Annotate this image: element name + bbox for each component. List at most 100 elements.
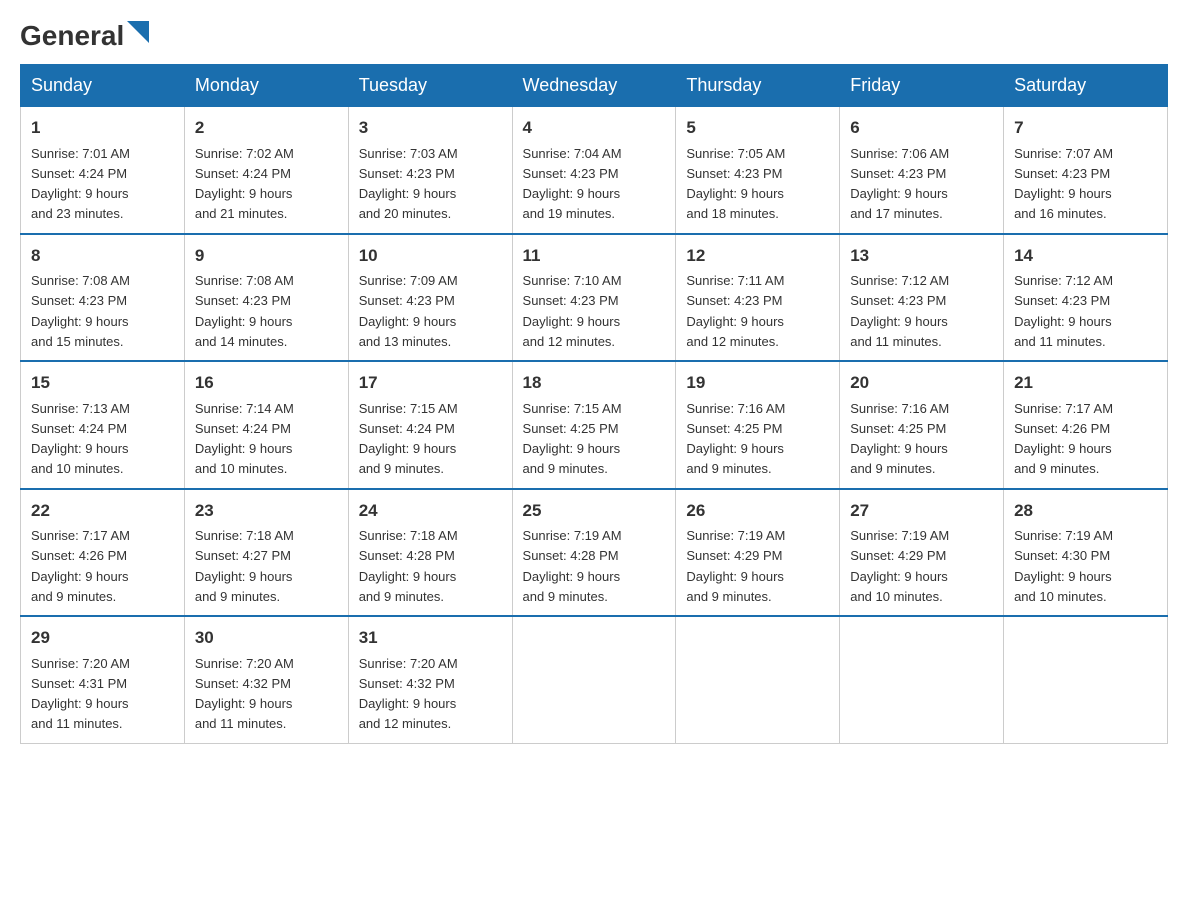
- weekday-header-monday: Monday: [184, 65, 348, 107]
- calendar-week-row: 15 Sunrise: 7:13 AM Sunset: 4:24 PM Dayl…: [21, 361, 1168, 489]
- day-number: 17: [359, 370, 502, 396]
- page-header: General: [20, 20, 1168, 44]
- day-number: 21: [1014, 370, 1157, 396]
- day-info: Sunrise: 7:12 AM Sunset: 4:23 PM Dayligh…: [850, 273, 949, 349]
- day-info: Sunrise: 7:12 AM Sunset: 4:23 PM Dayligh…: [1014, 273, 1113, 349]
- calendar-day-cell: 21 Sunrise: 7:17 AM Sunset: 4:26 PM Dayl…: [1004, 361, 1168, 489]
- day-number: 14: [1014, 243, 1157, 269]
- calendar-day-cell: [676, 616, 840, 743]
- day-number: 2: [195, 115, 338, 141]
- calendar-day-cell: 28 Sunrise: 7:19 AM Sunset: 4:30 PM Dayl…: [1004, 489, 1168, 617]
- calendar-day-cell: 16 Sunrise: 7:14 AM Sunset: 4:24 PM Dayl…: [184, 361, 348, 489]
- calendar-day-cell: 30 Sunrise: 7:20 AM Sunset: 4:32 PM Dayl…: [184, 616, 348, 743]
- calendar-day-cell: 20 Sunrise: 7:16 AM Sunset: 4:25 PM Dayl…: [840, 361, 1004, 489]
- day-number: 29: [31, 625, 174, 651]
- calendar-day-cell: 12 Sunrise: 7:11 AM Sunset: 4:23 PM Dayl…: [676, 234, 840, 362]
- day-number: 15: [31, 370, 174, 396]
- day-info: Sunrise: 7:16 AM Sunset: 4:25 PM Dayligh…: [850, 401, 949, 477]
- calendar-week-row: 22 Sunrise: 7:17 AM Sunset: 4:26 PM Dayl…: [21, 489, 1168, 617]
- day-number: 5: [686, 115, 829, 141]
- calendar-week-row: 1 Sunrise: 7:01 AM Sunset: 4:24 PM Dayli…: [21, 107, 1168, 234]
- day-number: 26: [686, 498, 829, 524]
- calendar-day-cell: 14 Sunrise: 7:12 AM Sunset: 4:23 PM Dayl…: [1004, 234, 1168, 362]
- calendar-day-cell: 9 Sunrise: 7:08 AM Sunset: 4:23 PM Dayli…: [184, 234, 348, 362]
- calendar-day-cell: 24 Sunrise: 7:18 AM Sunset: 4:28 PM Dayl…: [348, 489, 512, 617]
- calendar-week-row: 8 Sunrise: 7:08 AM Sunset: 4:23 PM Dayli…: [21, 234, 1168, 362]
- calendar-day-cell: [1004, 616, 1168, 743]
- calendar-day-cell: 11 Sunrise: 7:10 AM Sunset: 4:23 PM Dayl…: [512, 234, 676, 362]
- day-number: 10: [359, 243, 502, 269]
- calendar-day-cell: 19 Sunrise: 7:16 AM Sunset: 4:25 PM Dayl…: [676, 361, 840, 489]
- day-number: 31: [359, 625, 502, 651]
- day-number: 9: [195, 243, 338, 269]
- day-info: Sunrise: 7:02 AM Sunset: 4:24 PM Dayligh…: [195, 146, 294, 222]
- day-info: Sunrise: 7:17 AM Sunset: 4:26 PM Dayligh…: [1014, 401, 1113, 477]
- logo-text-general: General: [20, 20, 124, 52]
- calendar-day-cell: [512, 616, 676, 743]
- calendar-day-cell: 7 Sunrise: 7:07 AM Sunset: 4:23 PM Dayli…: [1004, 107, 1168, 234]
- logo-arrow-icon: [127, 21, 149, 43]
- calendar-day-cell: 4 Sunrise: 7:04 AM Sunset: 4:23 PM Dayli…: [512, 107, 676, 234]
- day-info: Sunrise: 7:20 AM Sunset: 4:31 PM Dayligh…: [31, 656, 130, 732]
- day-number: 24: [359, 498, 502, 524]
- calendar-day-cell: 1 Sunrise: 7:01 AM Sunset: 4:24 PM Dayli…: [21, 107, 185, 234]
- weekday-header-wednesday: Wednesday: [512, 65, 676, 107]
- day-number: 12: [686, 243, 829, 269]
- calendar-day-cell: 10 Sunrise: 7:09 AM Sunset: 4:23 PM Dayl…: [348, 234, 512, 362]
- calendar-day-cell: 25 Sunrise: 7:19 AM Sunset: 4:28 PM Dayl…: [512, 489, 676, 617]
- day-number: 8: [31, 243, 174, 269]
- calendar-day-cell: 5 Sunrise: 7:05 AM Sunset: 4:23 PM Dayli…: [676, 107, 840, 234]
- calendar-day-cell: 3 Sunrise: 7:03 AM Sunset: 4:23 PM Dayli…: [348, 107, 512, 234]
- calendar-day-cell: 13 Sunrise: 7:12 AM Sunset: 4:23 PM Dayl…: [840, 234, 1004, 362]
- day-info: Sunrise: 7:09 AM Sunset: 4:23 PM Dayligh…: [359, 273, 458, 349]
- logo: General: [20, 20, 149, 44]
- calendar-day-cell: 6 Sunrise: 7:06 AM Sunset: 4:23 PM Dayli…: [840, 107, 1004, 234]
- calendar-day-cell: 31 Sunrise: 7:20 AM Sunset: 4:32 PM Dayl…: [348, 616, 512, 743]
- day-number: 30: [195, 625, 338, 651]
- day-info: Sunrise: 7:19 AM Sunset: 4:28 PM Dayligh…: [523, 528, 622, 604]
- day-info: Sunrise: 7:19 AM Sunset: 4:30 PM Dayligh…: [1014, 528, 1113, 604]
- weekday-header-friday: Friday: [840, 65, 1004, 107]
- day-info: Sunrise: 7:11 AM Sunset: 4:23 PM Dayligh…: [686, 273, 784, 349]
- calendar-day-cell: 23 Sunrise: 7:18 AM Sunset: 4:27 PM Dayl…: [184, 489, 348, 617]
- day-info: Sunrise: 7:05 AM Sunset: 4:23 PM Dayligh…: [686, 146, 785, 222]
- day-number: 3: [359, 115, 502, 141]
- day-info: Sunrise: 7:03 AM Sunset: 4:23 PM Dayligh…: [359, 146, 458, 222]
- day-number: 6: [850, 115, 993, 141]
- day-number: 23: [195, 498, 338, 524]
- day-info: Sunrise: 7:14 AM Sunset: 4:24 PM Dayligh…: [195, 401, 294, 477]
- day-number: 18: [523, 370, 666, 396]
- calendar-week-row: 29 Sunrise: 7:20 AM Sunset: 4:31 PM Dayl…: [21, 616, 1168, 743]
- calendar-day-cell: 27 Sunrise: 7:19 AM Sunset: 4:29 PM Dayl…: [840, 489, 1004, 617]
- day-info: Sunrise: 7:19 AM Sunset: 4:29 PM Dayligh…: [686, 528, 785, 604]
- calendar-day-cell: 29 Sunrise: 7:20 AM Sunset: 4:31 PM Dayl…: [21, 616, 185, 743]
- calendar-day-cell: 18 Sunrise: 7:15 AM Sunset: 4:25 PM Dayl…: [512, 361, 676, 489]
- day-number: 28: [1014, 498, 1157, 524]
- day-info: Sunrise: 7:20 AM Sunset: 4:32 PM Dayligh…: [359, 656, 458, 732]
- weekday-header-row: SundayMondayTuesdayWednesdayThursdayFrid…: [21, 65, 1168, 107]
- day-info: Sunrise: 7:15 AM Sunset: 4:24 PM Dayligh…: [359, 401, 458, 477]
- calendar-day-cell: 17 Sunrise: 7:15 AM Sunset: 4:24 PM Dayl…: [348, 361, 512, 489]
- day-number: 27: [850, 498, 993, 524]
- day-info: Sunrise: 7:06 AM Sunset: 4:23 PM Dayligh…: [850, 146, 949, 222]
- day-info: Sunrise: 7:08 AM Sunset: 4:23 PM Dayligh…: [195, 273, 294, 349]
- day-number: 13: [850, 243, 993, 269]
- day-info: Sunrise: 7:19 AM Sunset: 4:29 PM Dayligh…: [850, 528, 949, 604]
- day-info: Sunrise: 7:01 AM Sunset: 4:24 PM Dayligh…: [31, 146, 130, 222]
- calendar-day-cell: 26 Sunrise: 7:19 AM Sunset: 4:29 PM Dayl…: [676, 489, 840, 617]
- day-number: 7: [1014, 115, 1157, 141]
- day-number: 20: [850, 370, 993, 396]
- day-info: Sunrise: 7:17 AM Sunset: 4:26 PM Dayligh…: [31, 528, 130, 604]
- weekday-header-saturday: Saturday: [1004, 65, 1168, 107]
- calendar-day-cell: [840, 616, 1004, 743]
- weekday-header-sunday: Sunday: [21, 65, 185, 107]
- weekday-header-thursday: Thursday: [676, 65, 840, 107]
- day-info: Sunrise: 7:08 AM Sunset: 4:23 PM Dayligh…: [31, 273, 130, 349]
- day-info: Sunrise: 7:18 AM Sunset: 4:27 PM Dayligh…: [195, 528, 294, 604]
- calendar-day-cell: 2 Sunrise: 7:02 AM Sunset: 4:24 PM Dayli…: [184, 107, 348, 234]
- calendar-day-cell: 15 Sunrise: 7:13 AM Sunset: 4:24 PM Dayl…: [21, 361, 185, 489]
- day-info: Sunrise: 7:13 AM Sunset: 4:24 PM Dayligh…: [31, 401, 130, 477]
- day-info: Sunrise: 7:16 AM Sunset: 4:25 PM Dayligh…: [686, 401, 785, 477]
- calendar-day-cell: 8 Sunrise: 7:08 AM Sunset: 4:23 PM Dayli…: [21, 234, 185, 362]
- day-info: Sunrise: 7:15 AM Sunset: 4:25 PM Dayligh…: [523, 401, 622, 477]
